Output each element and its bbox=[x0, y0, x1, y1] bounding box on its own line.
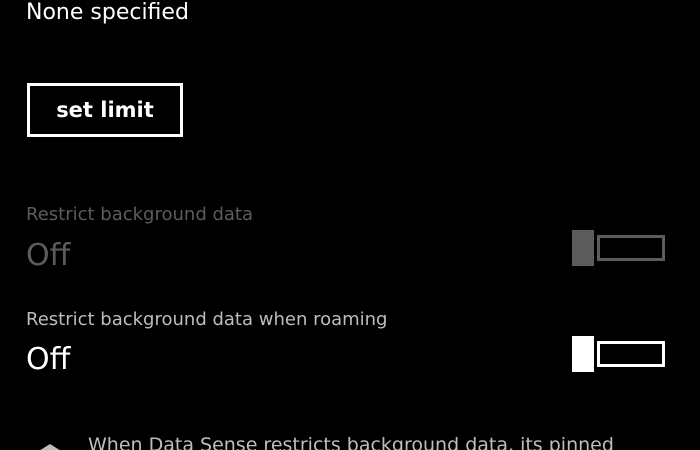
toggle-track bbox=[597, 235, 665, 261]
info-row: When Data Sense restricts background dat… bbox=[26, 432, 700, 450]
restrict-background-data-roaming-value: Off bbox=[26, 342, 71, 377]
restrict-background-data-toggle[interactable] bbox=[572, 230, 670, 266]
toggle-thumb bbox=[572, 230, 594, 266]
toggle-track bbox=[597, 341, 665, 367]
restrict-background-data-roaming-label: Restrict background data when roaming bbox=[26, 309, 388, 330]
info-text: When Data Sense restricts background dat… bbox=[88, 434, 614, 450]
set-limit-button[interactable]: set limit bbox=[27, 83, 183, 137]
pin-icon bbox=[40, 444, 60, 450]
data-limit-value: None specified bbox=[26, 0, 189, 25]
restrict-background-data-value: Off bbox=[26, 238, 71, 273]
restrict-background-data-roaming-toggle[interactable] bbox=[572, 336, 670, 372]
restrict-background-data-label: Restrict background data bbox=[26, 204, 254, 225]
toggle-thumb bbox=[572, 336, 594, 372]
data-sense-settings-screen: None specified set limit Restrict backgr… bbox=[0, 0, 700, 450]
